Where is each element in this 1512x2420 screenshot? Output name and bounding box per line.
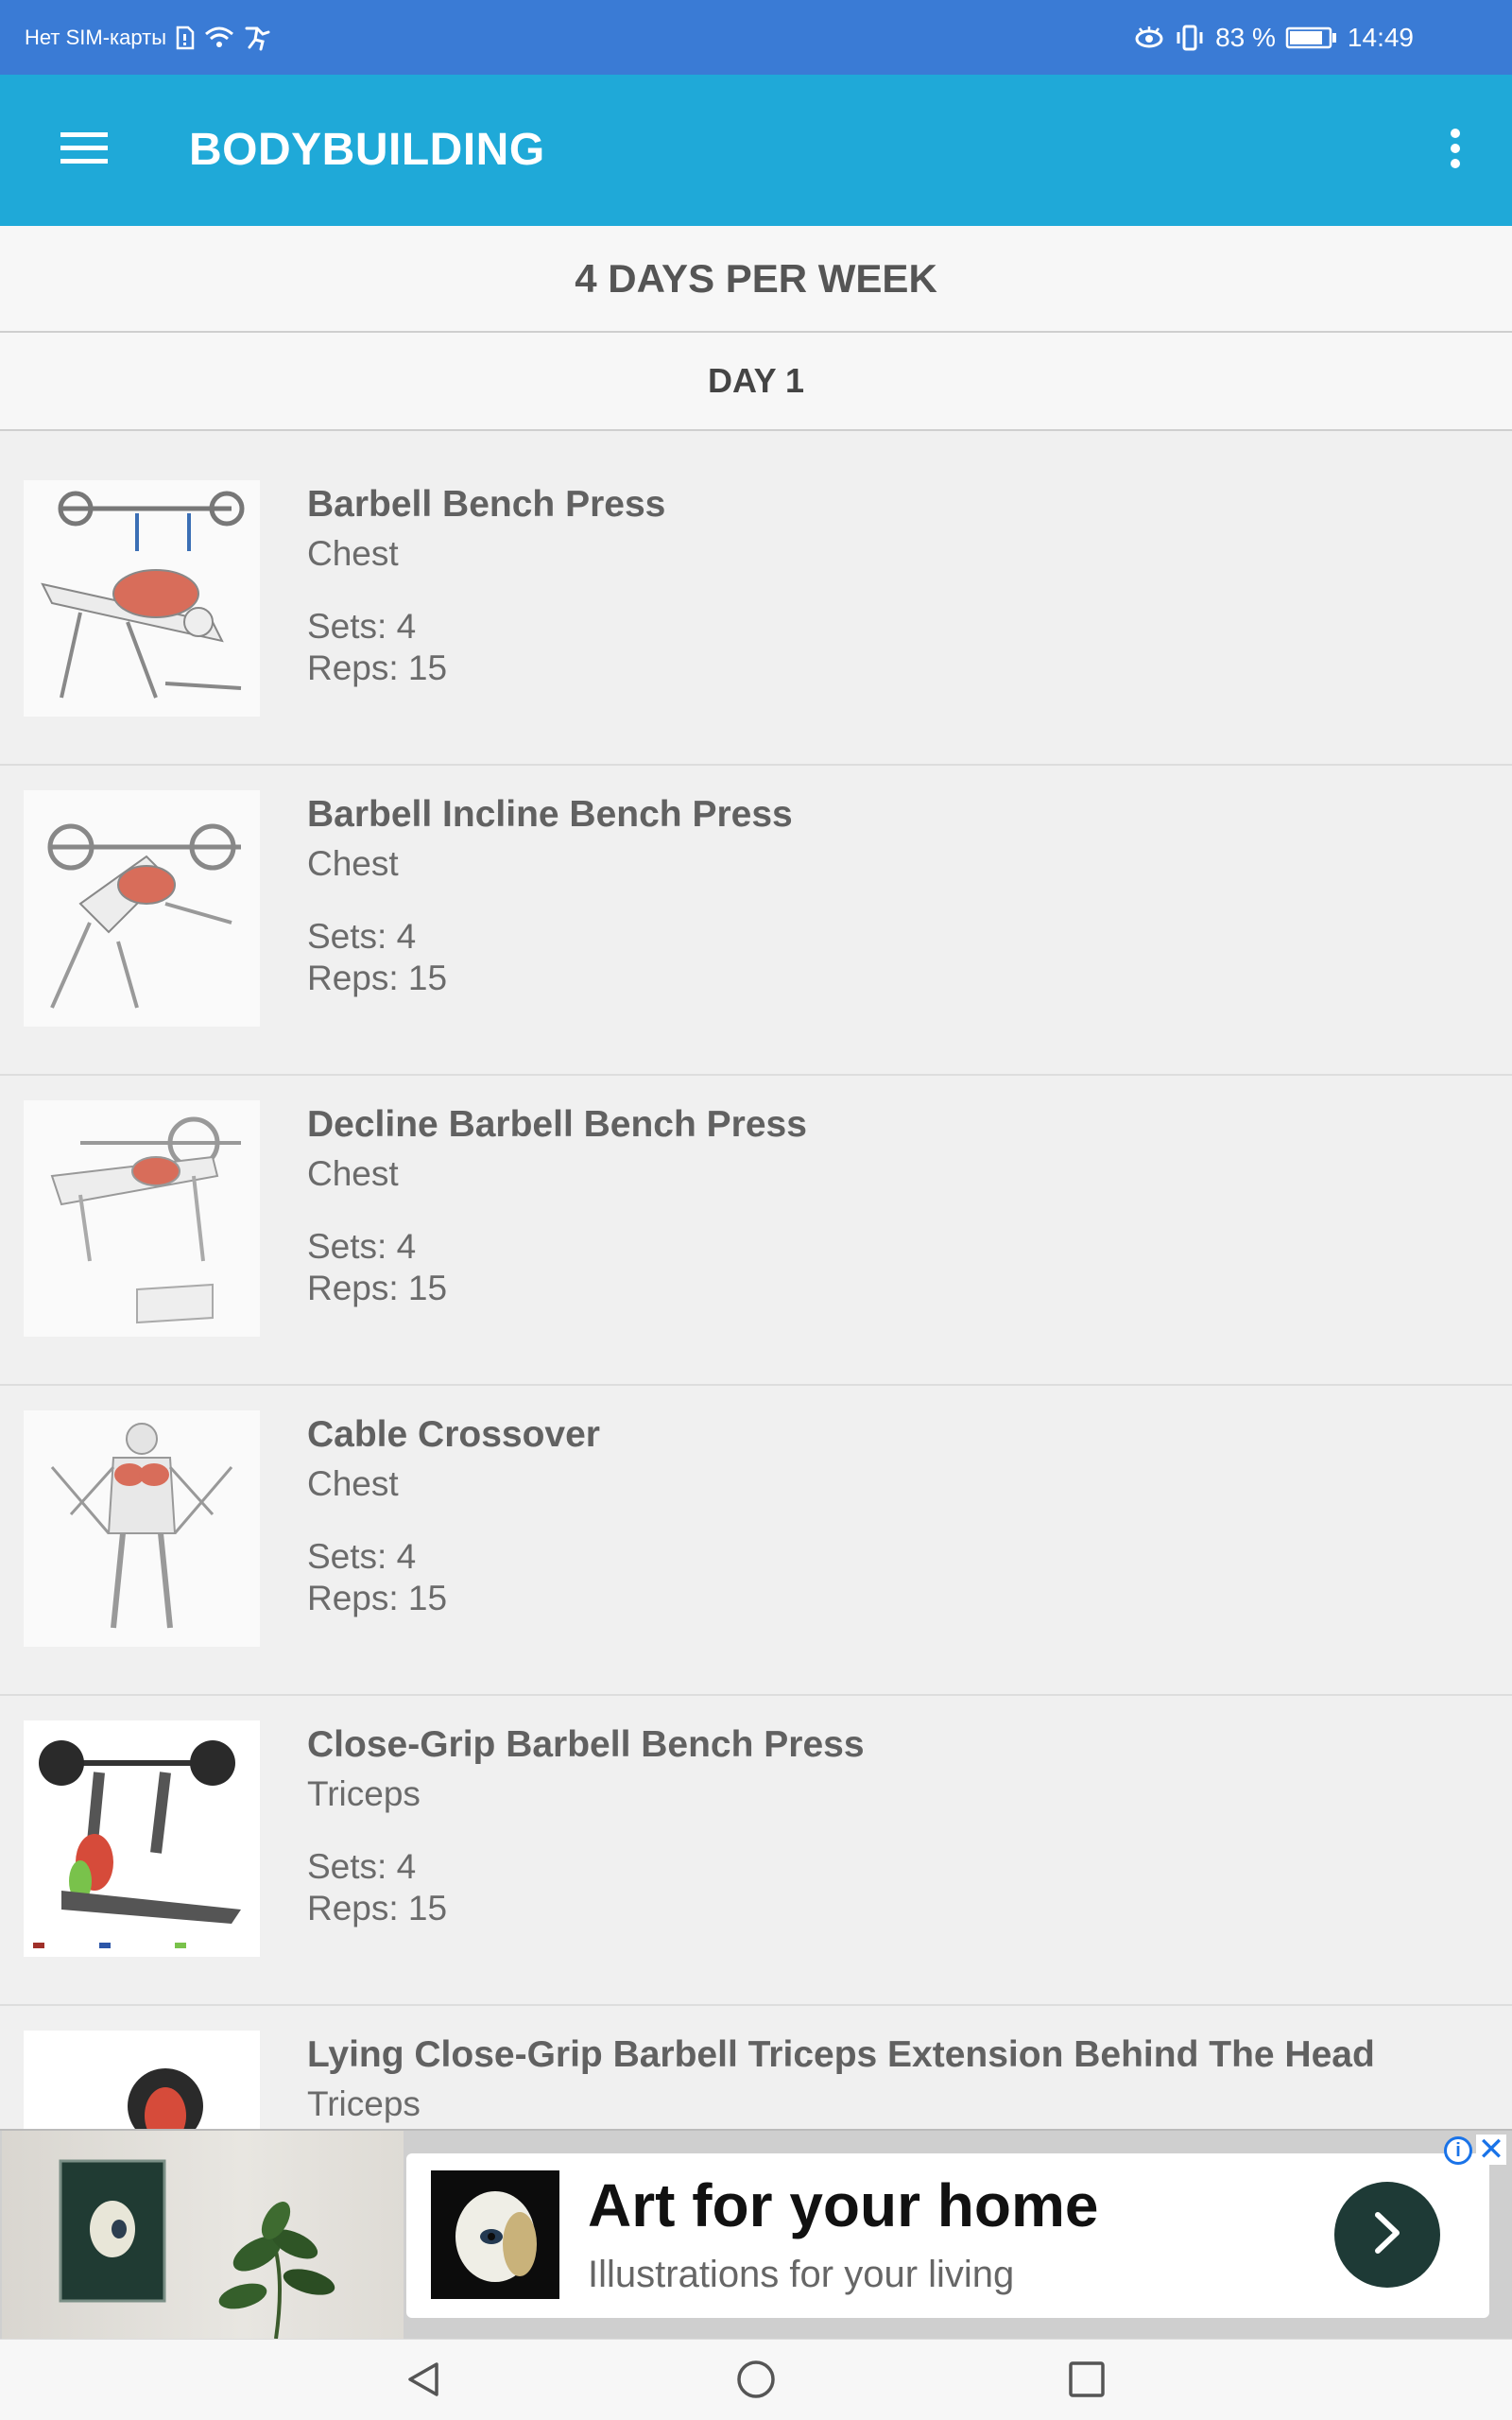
ad-subtitle: Illustrations for your living [588,2254,1015,2295]
exercise-name: Barbell Incline Bench Press [307,794,793,835]
exercise-sets: Sets: 4 [307,1537,417,1576]
wifi-icon [204,26,234,50]
battery-icon [1285,26,1338,50]
exercise-thumbnail [24,1410,260,1647]
exercise-reps: Reps: 15 [307,648,448,687]
exercise-thumbnail [24,790,260,1027]
exercise-name: Cable Crossover [307,1414,600,1455]
exercise-name: Barbell Bench Press [307,484,666,525]
exercise-muscle: Triceps [307,2084,421,2123]
exercise-muscle: Chest [307,1154,399,1193]
exercise-sets: Sets: 4 [307,1847,417,1886]
back-triangle-icon [403,2359,444,2405]
more-vert-icon [1450,128,1461,174]
exercise-reps: Reps: 15 [307,1269,448,1307]
ad-close-icon[interactable]: ✕ [1476,2132,1506,2168]
app-bar: BODYBUILDING [0,75,1512,226]
exercise-thumbnail [24,1720,260,1957]
exercise-list[interactable]: Barbell Bench Press Chest Sets: 4 Reps: … [0,456,1512,2129]
ad-open-button[interactable] [1334,2182,1440,2288]
exercise-sets: Sets: 4 [307,917,417,956]
nav-home-button[interactable] [726,2351,786,2411]
exercise-item[interactable]: Cable Crossover Chest Sets: 4 Reps: 15 [0,1386,1512,1696]
home-circle-icon [735,2359,777,2405]
overflow-menu-button[interactable] [1418,112,1493,188]
exercise-thumbnail [24,1100,260,1337]
vibrate-icon [1174,24,1206,52]
battery-percent: 83 % [1215,22,1276,52]
program-title: 4 DAYS PER WEEK [0,226,1512,333]
exercise-reps: Reps: 15 [307,959,448,997]
activity-icon [244,25,272,51]
exercise-item[interactable]: Barbell Bench Press Chest Sets: 4 Reps: … [0,456,1512,766]
exercise-muscle: Chest [307,534,399,573]
sim-icon [176,26,195,50]
recents-square-icon [1066,2359,1108,2405]
ad-logo [431,2170,559,2299]
exercise-muscle: Triceps [307,1774,421,1813]
hamburger-icon [60,131,108,169]
exercise-muscle: Chest [307,1464,399,1503]
exercise-reps: Reps: 15 [307,1579,448,1617]
exercise-sets: Sets: 4 [307,607,417,646]
carrier-text: Нет SIM-карты [25,25,167,49]
status-bar: Нет SIM-карты 83 % 14:49 [0,0,1512,75]
exercise-reps: Reps: 15 [307,1889,448,1927]
exercise-name: Close-Grip Barbell Bench Press [307,1724,865,1765]
nav-recents-button[interactable] [1057,2351,1117,2411]
chevron-right-icon [1368,2209,1406,2261]
ad-info-icon[interactable]: i [1444,2136,1472,2165]
menu-button[interactable] [42,112,127,188]
ad-card[interactable]: Art for your home Illustrations for your… [406,2153,1489,2318]
exercise-muscle: Chest [307,844,399,883]
ad-banner[interactable]: Art for your home Illustrations for your… [0,2129,1512,2340]
app-title: BODYBUILDING [189,125,545,175]
day-title: DAY 1 [0,333,1512,431]
nav-back-button[interactable] [393,2351,454,2411]
system-nav-bar [0,2339,1512,2420]
ad-title: Art for your home [588,2171,1099,2239]
clock: 14:49 [1347,22,1414,52]
exercise-item[interactable]: Barbell Incline Bench Press Chest Sets: … [0,766,1512,1076]
exercise-item[interactable]: Close-Grip Barbell Bench Press Triceps S… [0,1696,1512,2006]
exercise-sets: Sets: 4 [307,1227,417,1266]
eye-comfort-icon [1134,26,1164,50]
exercise-thumbnail [24,480,260,717]
exercise-name: Lying Close-Grip Barbell Triceps Extensi… [307,2034,1375,2075]
exercise-thumbnail [24,2031,260,2129]
ad-image [2,2131,404,2340]
exercise-item[interactable]: Lying Close-Grip Barbell Triceps Extensi… [0,2006,1512,2129]
exercise-item[interactable]: Decline Barbell Bench Press Chest Sets: … [0,1076,1512,1386]
exercise-name: Decline Barbell Bench Press [307,1104,807,1145]
